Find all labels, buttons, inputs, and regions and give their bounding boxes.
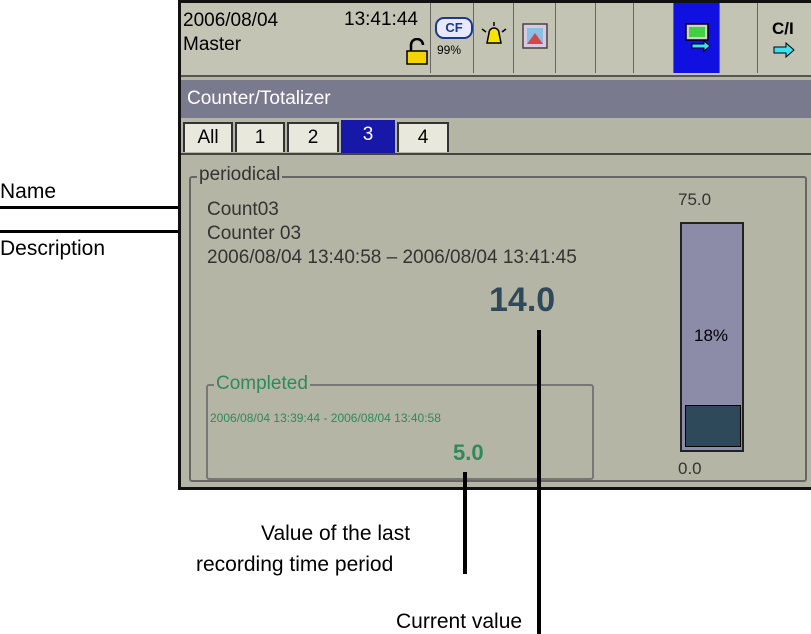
window-title: Counter/Totalizer xyxy=(187,88,331,109)
callout-description-line xyxy=(0,230,208,233)
gauge-min-label: 0.0 xyxy=(678,459,702,478)
toolbar-slot-empty-1[interactable] xyxy=(555,3,596,73)
tab-1[interactable]: 1 xyxy=(235,122,285,152)
callout-name-line xyxy=(0,206,208,209)
transfer-button[interactable] xyxy=(673,3,720,73)
callout-name: Name xyxy=(0,180,57,203)
cf-card-status[interactable]: CF 99% xyxy=(430,3,474,73)
gauge-percent-label: 18% xyxy=(694,326,729,345)
callout-last-period-line xyxy=(463,472,467,574)
counter-name: Count03 xyxy=(207,199,279,220)
counter-arrow-icon xyxy=(773,41,795,59)
current-value: 14.0 xyxy=(489,281,556,319)
alarm-bell-icon xyxy=(481,22,507,44)
periodical-title: periodical xyxy=(197,164,283,186)
cf-percent: 99% xyxy=(437,43,462,57)
transfer-icon xyxy=(685,23,711,53)
lock-icon[interactable] xyxy=(403,38,433,66)
status-time: 13:41:44 xyxy=(344,9,418,30)
counter-mode-button[interactable]: C/I xyxy=(757,3,811,73)
display-icon xyxy=(522,23,548,49)
tab-divider xyxy=(181,153,811,155)
cf-badge: CF xyxy=(435,17,473,39)
callout-last-period-line2: recording time period xyxy=(196,553,394,576)
toolbar-slot-empty-3[interactable] xyxy=(633,3,674,73)
tab-4[interactable]: 4 xyxy=(397,122,449,152)
completed-range: 2006/08/04 13:39:44 - 2006/08/04 13:40:5… xyxy=(210,411,441,425)
device-screen: 2006/08/04 13:41:44 Master CF 99% C/I Co… xyxy=(178,0,811,490)
toolbar-slot-empty-2[interactable] xyxy=(595,3,634,73)
counter-description: Counter 03 xyxy=(207,223,302,244)
callout-current-value: Current value xyxy=(396,610,523,633)
alarm-button[interactable] xyxy=(473,3,514,73)
status-user: Master xyxy=(183,34,242,55)
display-button[interactable] xyxy=(513,3,556,73)
completed-value: 5.0 xyxy=(453,440,484,465)
toolbar-slot-empty-4[interactable] xyxy=(719,3,758,73)
window-title-bar: Counter/Totalizer xyxy=(181,80,811,118)
gauge-max-label: 75.0 xyxy=(678,190,712,209)
screen-content: 2006/08/04 13:41:44 Master CF 99% C/I Co… xyxy=(181,3,811,487)
progress-gauge: 18% xyxy=(680,222,744,452)
completed-group: Completed 2006/08/04 13:39:44 - 2006/08/… xyxy=(206,373,594,480)
tab-all[interactable]: All xyxy=(183,122,233,152)
status-date: 2006/08/04 xyxy=(183,10,279,31)
counter-mode-label: C/I xyxy=(772,19,794,38)
gauge-fill xyxy=(685,405,741,447)
tab-3[interactable]: 3 xyxy=(341,120,395,154)
callout-description: Description xyxy=(0,237,106,260)
completed-title: Completed xyxy=(214,373,310,395)
callout-last-period-line1: Value of the last xyxy=(261,522,411,545)
tab-2[interactable]: 2 xyxy=(287,122,339,152)
periodical-range: 2006/08/04 13:40:58 – 2006/08/04 13:41:4… xyxy=(207,247,577,268)
callout-current-line xyxy=(537,330,541,634)
status-bar: 2006/08/04 13:41:44 Master CF 99% C/I xyxy=(181,3,811,77)
